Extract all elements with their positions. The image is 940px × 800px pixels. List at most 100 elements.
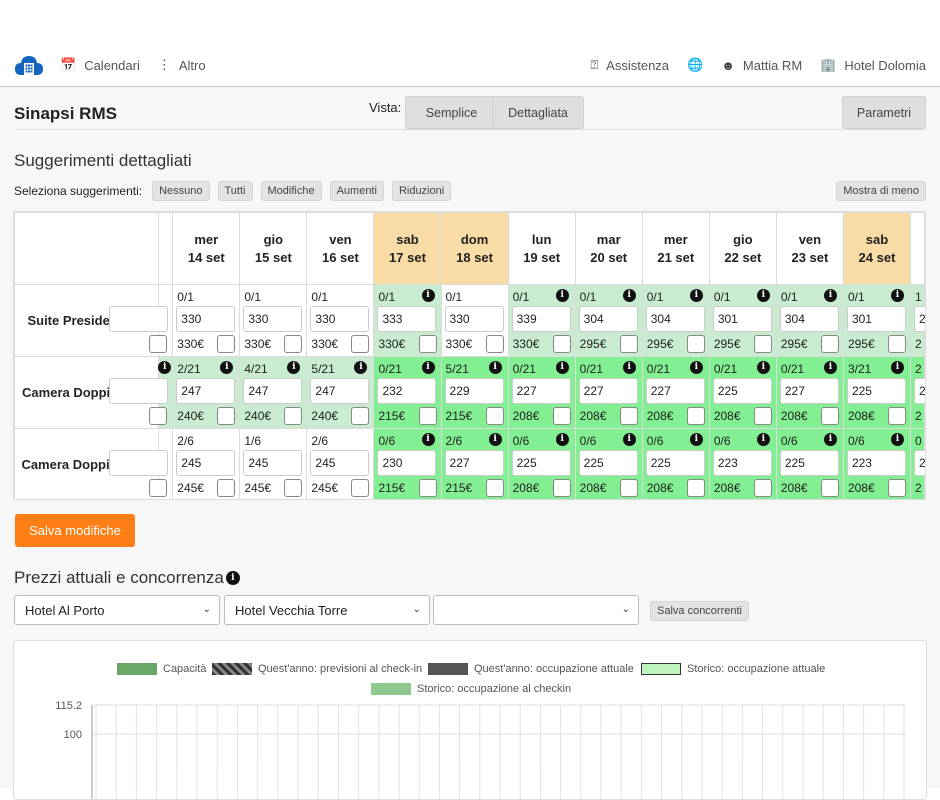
apply-checkbox[interactable]	[485, 479, 504, 497]
info-icon[interactable]: i	[756, 361, 770, 374]
suggested-price-input[interactable]: 247	[310, 378, 370, 404]
info-icon[interactable]: i	[421, 433, 435, 446]
price-input-partial[interactable]	[109, 306, 169, 332]
nav-assistenza[interactable]: ⍰ Assistenza	[590, 57, 669, 73]
info-icon[interactable]: i	[488, 361, 502, 374]
apply-checkbox[interactable]	[753, 335, 772, 353]
apply-checkbox[interactable]	[753, 407, 772, 425]
apply-checkbox[interactable]	[888, 479, 906, 497]
apply-checkbox[interactable]	[418, 335, 437, 353]
suggested-price-input[interactable]: 304	[578, 306, 638, 332]
info-icon[interactable]: i	[891, 289, 904, 302]
filter-nessuno[interactable]: Nessuno	[152, 181, 210, 201]
apply-checkbox[interactable]	[284, 407, 303, 425]
info-icon[interactable]: i	[756, 289, 770, 302]
info-icon[interactable]: i	[488, 433, 502, 446]
suggested-price-input[interactable]: 227	[578, 378, 638, 404]
apply-checkbox[interactable]	[686, 335, 705, 353]
info-icon[interactable]: i	[689, 289, 703, 302]
suggested-price-input[interactable]: 2	[914, 450, 925, 476]
vista-dettagliata-button[interactable]: Dettagliata	[492, 96, 584, 129]
save-competitors-button[interactable]: Salva concorrenti	[650, 601, 749, 621]
cloud-hotel-logo-icon[interactable]	[14, 51, 44, 79]
suggested-price-input[interactable]: 333	[377, 306, 437, 332]
info-icon[interactable]: i	[225, 571, 240, 585]
info-icon[interactable]: i	[555, 433, 569, 446]
apply-checkbox[interactable]	[686, 479, 705, 497]
suggested-price-input[interactable]: 301	[846, 306, 906, 332]
suggested-price-input[interactable]: 304	[779, 306, 839, 332]
legend-previsioni[interactable]: Quest'anno: previsioni al check-in	[212, 663, 422, 675]
apply-checkbox[interactable]	[485, 335, 504, 353]
suggested-price-input[interactable]: 227	[511, 378, 571, 404]
apply-checkbox[interactable]	[619, 479, 638, 497]
suggested-price-input[interactable]: 225	[511, 450, 571, 476]
apply-checkbox[interactable]	[418, 479, 437, 497]
info-icon[interactable]: i	[421, 361, 435, 374]
info-icon[interactable]: i	[287, 361, 301, 374]
price-input-partial[interactable]	[109, 450, 169, 476]
info-icon[interactable]: i	[756, 433, 770, 446]
info-icon[interactable]: i	[622, 361, 636, 374]
suggested-price-input[interactable]: 229	[444, 378, 504, 404]
info-icon[interactable]: i	[555, 361, 569, 374]
suggested-price-input[interactable]: 330	[310, 306, 370, 332]
suggested-price-input[interactable]: 339	[511, 306, 571, 332]
apply-checkbox[interactable]	[149, 479, 168, 497]
competitor-select-2[interactable]: Hotel Vecchia Torre ⌄	[224, 595, 430, 625]
suggested-price-input[interactable]: 225	[712, 378, 772, 404]
suggested-price-input[interactable]: 223	[712, 450, 772, 476]
suggested-price-input[interactable]: 225	[645, 450, 705, 476]
info-icon[interactable]: i	[689, 361, 703, 374]
suggested-price-input[interactable]: 225	[578, 450, 638, 476]
apply-checkbox[interactable]	[284, 479, 303, 497]
legend-storico-attuale[interactable]: Storico: occupazione attuale	[641, 663, 825, 675]
filter-modifiche[interactable]: Modifiche	[260, 181, 322, 201]
suggested-price-input[interactable]: 330	[444, 306, 504, 332]
suggested-price-input[interactable]: 2	[914, 306, 925, 332]
info-icon[interactable]: i	[220, 361, 234, 374]
filter-tutti[interactable]: Tutti	[217, 181, 253, 201]
info-icon[interactable]: i	[555, 289, 569, 302]
apply-checkbox[interactable]	[552, 335, 571, 353]
suggested-price-input[interactable]: 330	[176, 306, 236, 332]
parametri-button[interactable]: Parametri	[842, 96, 926, 129]
suggested-price-input[interactable]: 232	[377, 378, 437, 404]
info-icon[interactable]: i	[158, 361, 172, 374]
suggested-price-input[interactable]: 223	[846, 450, 906, 476]
suggested-price-input[interactable]: 225	[846, 378, 906, 404]
suggested-price-input[interactable]: 227	[779, 378, 839, 404]
info-icon[interactable]: i	[421, 289, 435, 302]
apply-checkbox[interactable]	[619, 335, 638, 353]
apply-checkbox[interactable]	[284, 335, 303, 353]
apply-checkbox[interactable]	[820, 479, 839, 497]
apply-checkbox[interactable]	[888, 335, 906, 353]
suggested-price-input[interactable]: 2	[914, 378, 925, 404]
info-icon[interactable]: i	[891, 361, 904, 374]
nav-language[interactable]: 🌐	[687, 57, 703, 73]
info-icon[interactable]: i	[622, 289, 636, 302]
nav-calendari[interactable]: 📅 Calendari	[60, 57, 140, 73]
info-icon[interactable]: i	[823, 433, 837, 446]
info-icon[interactable]: i	[823, 289, 837, 302]
apply-checkbox[interactable]	[485, 407, 504, 425]
apply-checkbox[interactable]	[217, 335, 236, 353]
nav-user[interactable]: ☻ Mattia RM	[721, 58, 802, 73]
apply-checkbox[interactable]	[686, 407, 705, 425]
apply-checkbox[interactable]	[418, 407, 437, 425]
apply-checkbox[interactable]	[552, 407, 571, 425]
suggested-price-input[interactable]: 301	[712, 306, 772, 332]
suggested-price-input[interactable]: 304	[645, 306, 705, 332]
legend-occupazione-attuale[interactable]: Quest'anno: occupazione attuale	[428, 663, 634, 675]
legend-capacita[interactable]: Capacità	[117, 663, 206, 675]
info-icon[interactable]: i	[891, 433, 904, 446]
info-icon[interactable]: i	[622, 433, 636, 446]
apply-checkbox[interactable]	[351, 407, 370, 425]
info-icon[interactable]: i	[689, 433, 703, 446]
info-icon[interactable]: i	[823, 361, 837, 374]
apply-checkbox[interactable]	[149, 335, 168, 353]
nav-altro[interactable]: ⋮ Altro	[158, 57, 206, 73]
competitor-select-3[interactable]: ⌄	[433, 595, 639, 625]
apply-checkbox[interactable]	[552, 479, 571, 497]
apply-checkbox[interactable]	[217, 479, 236, 497]
